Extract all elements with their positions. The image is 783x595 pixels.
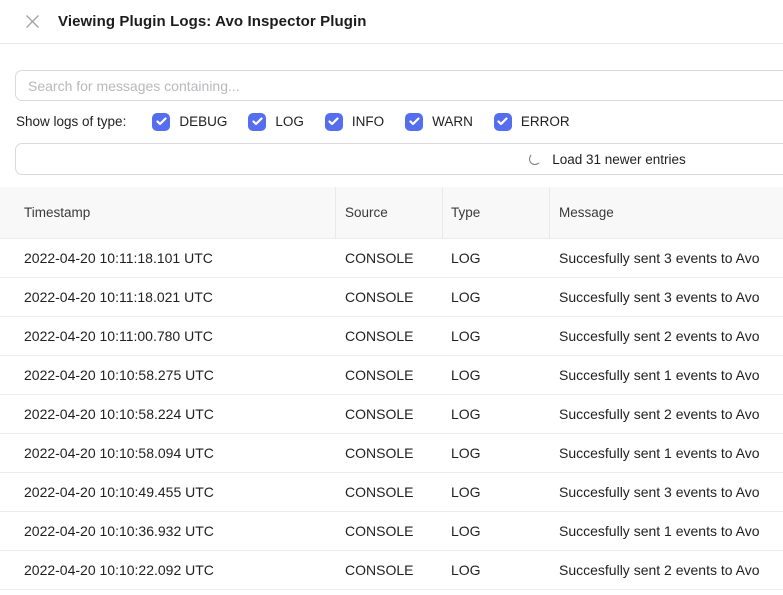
checkmark-icon	[252, 117, 263, 126]
log-table-row: 2022-04-20 10:10:58.224 UTC CONSOLE LOG …	[0, 395, 783, 434]
log-table-row: 2022-04-20 10:10:36.932 UTC CONSOLE LOG …	[0, 512, 783, 551]
log-type-checkbox-option[interactable]: LOG	[248, 113, 304, 131]
table-body: 2022-04-20 10:11:18.101 UTC CONSOLE LOG …	[0, 239, 783, 590]
checkbox-checked[interactable]	[325, 113, 343, 131]
checkbox-checked[interactable]	[152, 113, 170, 131]
column-header-timestamp: Timestamp	[0, 187, 336, 238]
cell-timestamp: 2022-04-20 10:10:58.224 UTC	[0, 395, 336, 433]
cell-source: CONSOLE	[336, 434, 443, 472]
titlebar: Viewing Plugin Logs: Avo Inspector Plugi…	[0, 0, 783, 44]
checkbox-checked[interactable]	[248, 113, 266, 131]
cell-timestamp: 2022-04-20 10:10:58.094 UTC	[0, 434, 336, 472]
cell-timestamp: 2022-04-20 10:11:18.101 UTC	[0, 239, 336, 277]
close-button[interactable]	[24, 14, 40, 30]
checkmark-icon	[328, 117, 339, 126]
cell-type: LOG	[443, 239, 550, 277]
filter-options: DEBUG LOG INFO	[152, 113, 569, 131]
log-type-filter-row: Show logs of type: DEBUG LOG	[16, 112, 783, 131]
checkmark-icon	[156, 117, 167, 126]
cell-source: CONSOLE	[336, 551, 443, 589]
checkmark-icon	[497, 117, 508, 126]
cell-timestamp: 2022-04-20 10:10:49.455 UTC	[0, 473, 336, 511]
log-type-label: WARN	[432, 114, 473, 129]
log-type-checkbox-option[interactable]: WARN	[405, 113, 473, 131]
cell-timestamp: 2022-04-20 10:10:22.092 UTC	[0, 551, 336, 589]
cell-type: LOG	[443, 395, 550, 433]
cell-type: LOG	[443, 317, 550, 355]
cell-source: CONSOLE	[336, 317, 443, 355]
cell-message: Succesfully sent 2 events to Avo	[550, 395, 783, 433]
cell-timestamp: 2022-04-20 10:11:18.021 UTC	[0, 278, 336, 316]
load-newer-entries-label: Load 31 newer entries	[552, 152, 686, 167]
cell-message: Succesfully sent 1 events to Avo	[550, 356, 783, 394]
column-header-type: Type	[443, 187, 550, 238]
cell-type: LOG	[443, 434, 550, 472]
cell-message: Succesfully sent 3 events to Avo	[550, 473, 783, 511]
log-type-label: LOG	[275, 114, 304, 129]
log-table-row: 2022-04-20 10:11:00.780 UTC CONSOLE LOG …	[0, 317, 783, 356]
table-header: Timestamp Source Type Message	[0, 187, 783, 239]
search-input[interactable]	[15, 70, 783, 101]
log-table-row: 2022-04-20 10:10:22.092 UTC CONSOLE LOG …	[0, 551, 783, 590]
filter-label: Show logs of type:	[16, 114, 126, 129]
cell-type: LOG	[443, 278, 550, 316]
load-newer-entries-button[interactable]: Load 31 newer entries	[15, 143, 783, 175]
cell-type: LOG	[443, 512, 550, 550]
cell-message: Succesfully sent 3 events to Avo	[550, 278, 783, 316]
log-table-row: 2022-04-20 10:10:49.455 UTC CONSOLE LOG …	[0, 473, 783, 512]
cell-source: CONSOLE	[336, 356, 443, 394]
cell-message: Succesfully sent 1 events to Avo	[550, 434, 783, 472]
loading-spinner-icon	[529, 153, 541, 165]
log-table-row: 2022-04-20 10:11:18.101 UTC CONSOLE LOG …	[0, 239, 783, 278]
cell-message: Succesfully sent 2 events to Avo	[550, 317, 783, 355]
checkmark-icon	[409, 117, 420, 126]
checkbox-checked[interactable]	[494, 113, 512, 131]
cell-type: LOG	[443, 551, 550, 589]
cell-message: Succesfully sent 2 events to Avo	[550, 551, 783, 589]
close-icon	[25, 14, 40, 29]
log-type-label: DEBUG	[179, 114, 227, 129]
cell-timestamp: 2022-04-20 10:11:00.780 UTC	[0, 317, 336, 355]
cell-type: LOG	[443, 356, 550, 394]
cell-source: CONSOLE	[336, 278, 443, 316]
cell-timestamp: 2022-04-20 10:10:58.275 UTC	[0, 356, 336, 394]
cell-message: Succesfully sent 3 events to Avo	[550, 239, 783, 277]
cell-source: CONSOLE	[336, 395, 443, 433]
cell-source: CONSOLE	[336, 512, 443, 550]
log-table-row: 2022-04-20 10:11:18.021 UTC CONSOLE LOG …	[0, 278, 783, 317]
cell-source: CONSOLE	[336, 239, 443, 277]
cell-source: CONSOLE	[336, 473, 443, 511]
cell-message: Succesfully sent 1 events to Avo	[550, 512, 783, 550]
log-table-row: 2022-04-20 10:10:58.275 UTC CONSOLE LOG …	[0, 356, 783, 395]
log-type-label: INFO	[352, 114, 384, 129]
cell-type: LOG	[443, 473, 550, 511]
log-table: Timestamp Source Type Message 2022-04-20…	[0, 187, 783, 590]
log-type-checkbox-option[interactable]: INFO	[325, 113, 384, 131]
log-type-checkbox-option[interactable]: DEBUG	[152, 113, 227, 131]
log-type-label: ERROR	[521, 114, 570, 129]
log-table-row: 2022-04-20 10:10:58.094 UTC CONSOLE LOG …	[0, 434, 783, 473]
page-title: Viewing Plugin Logs: Avo Inspector Plugi…	[58, 13, 367, 30]
cell-timestamp: 2022-04-20 10:10:36.932 UTC	[0, 512, 336, 550]
checkbox-checked[interactable]	[405, 113, 423, 131]
log-type-checkbox-option[interactable]: ERROR	[494, 113, 570, 131]
column-header-source: Source	[336, 187, 443, 238]
column-header-message: Message	[550, 187, 783, 238]
